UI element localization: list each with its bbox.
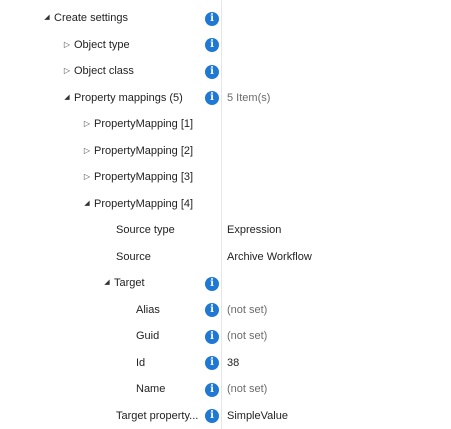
alias-value[interactable]: (not set) — [227, 297, 267, 324]
info-icon[interactable]: i — [205, 91, 219, 105]
row-property-mappings: ◢ Property mappings (5) i 5 Item(s) — [0, 85, 451, 112]
row-object-type: ▷ Object type i — [0, 32, 451, 59]
expanded-triangle-icon[interactable]: ◢ — [100, 270, 114, 297]
info-icon[interactable]: i — [205, 329, 219, 344]
row-target: ◢ Target i — [0, 270, 451, 297]
collapsed-triangle-icon[interactable]: ▷ — [80, 164, 94, 191]
info-icon[interactable]: i — [205, 409, 219, 423]
source-type-label: Source type — [116, 224, 175, 236]
property-mapping-1-label: PropertyMapping [1] — [94, 118, 194, 130]
property-mappings-node[interactable]: ◢ Property mappings (5) — [60, 85, 202, 112]
property-grid: ◢ Create settings i ▷ Object type i ▷ Ob… — [0, 5, 451, 429]
source-value[interactable]: Archive Workflow — [227, 244, 312, 271]
row-source-type: Source type Expression — [0, 217, 451, 244]
target-node[interactable]: ◢ Target — [100, 270, 202, 297]
source-node[interactable]: Source — [116, 244, 202, 271]
info-icon[interactable]: i — [205, 64, 219, 79]
collapsed-triangle-icon[interactable]: ▷ — [80, 111, 94, 138]
property-mapping-1-node[interactable]: ▷ PropertyMapping [1] — [80, 111, 202, 138]
row-create-settings: ◢ Create settings i — [0, 5, 451, 32]
object-type-node[interactable]: ▷ Object type — [60, 32, 202, 59]
info-icon[interactable]: i — [205, 303, 219, 317]
property-mappings-label: Property mappings (5) — [74, 91, 183, 104]
info-icon[interactable]: i — [205, 382, 219, 397]
create-settings-label: Create settings — [54, 12, 128, 24]
expanded-triangle-icon[interactable]: ◢ — [40, 5, 54, 32]
guid-value[interactable]: (not set) — [227, 323, 267, 350]
property-mappings-value[interactable]: 5 Item(s) — [227, 85, 270, 112]
row-alias: Alias i (not set) — [0, 297, 451, 324]
name-label: Name — [136, 383, 166, 395]
property-mapping-3-label: PropertyMapping [3] — [94, 171, 194, 183]
name-value[interactable]: (not set) — [227, 376, 267, 403]
source-type-node[interactable]: Source type — [116, 217, 202, 244]
object-class-node[interactable]: ▷ Object class — [60, 58, 202, 85]
collapsed-triangle-icon[interactable]: ▷ — [80, 138, 94, 165]
property-mapping-4-node[interactable]: ◢ PropertyMapping [4] — [80, 191, 202, 218]
info-icon[interactable]: i — [205, 11, 219, 26]
expanded-triangle-icon[interactable]: ◢ — [80, 191, 94, 218]
property-mapping-2-node[interactable]: ▷ PropertyMapping [2] — [80, 138, 202, 165]
guid-label: Guid — [136, 330, 160, 342]
id-value[interactable]: 38 — [227, 350, 239, 377]
target-property-value[interactable]: SimpleValue — [227, 403, 288, 429]
name-node[interactable]: Name — [136, 376, 202, 403]
id-node[interactable]: Id — [136, 350, 202, 377]
expanded-triangle-icon[interactable]: ◢ — [60, 85, 74, 112]
alias-node[interactable]: Alias — [136, 297, 202, 324]
collapsed-triangle-icon[interactable]: ▷ — [60, 32, 74, 59]
row-source: Source Archive Workflow — [0, 244, 451, 271]
property-mapping-2-label: PropertyMapping [2] — [94, 144, 194, 157]
object-type-label: Object type — [74, 38, 130, 51]
row-target-property: Target property... i SimpleValue — [0, 403, 451, 429]
row-property-mapping-4: ◢ PropertyMapping [4] — [0, 191, 451, 218]
row-id: Id i 38 — [0, 350, 451, 377]
create-settings-node[interactable]: ◢ Create settings — [40, 5, 202, 32]
target-property-node[interactable]: Target property... — [116, 403, 202, 429]
id-label: Id — [136, 356, 146, 369]
property-mapping-4-label: PropertyMapping [4] — [94, 197, 194, 210]
info-icon[interactable]: i — [205, 356, 219, 370]
source-label: Source — [116, 250, 151, 263]
property-mapping-3-node[interactable]: ▷ PropertyMapping [3] — [80, 164, 202, 191]
object-class-label: Object class — [74, 65, 134, 77]
guid-node[interactable]: Guid — [136, 323, 202, 350]
collapsed-triangle-icon[interactable]: ▷ — [60, 58, 74, 85]
info-icon[interactable]: i — [205, 38, 219, 52]
row-name: Name i (not set) — [0, 376, 451, 403]
info-icon[interactable]: i — [205, 276, 219, 291]
row-guid: Guid i (not set) — [0, 323, 451, 350]
row-property-mapping-3: ▷ PropertyMapping [3] — [0, 164, 451, 191]
row-property-mapping-1: ▷ PropertyMapping [1] — [0, 111, 451, 138]
target-property-label: Target property... — [116, 409, 199, 422]
row-object-class: ▷ Object class i — [0, 58, 451, 85]
row-property-mapping-2: ▷ PropertyMapping [2] — [0, 138, 451, 165]
alias-label: Alias — [136, 303, 160, 316]
target-label: Target — [114, 277, 145, 289]
source-type-value[interactable]: Expression — [227, 217, 281, 244]
